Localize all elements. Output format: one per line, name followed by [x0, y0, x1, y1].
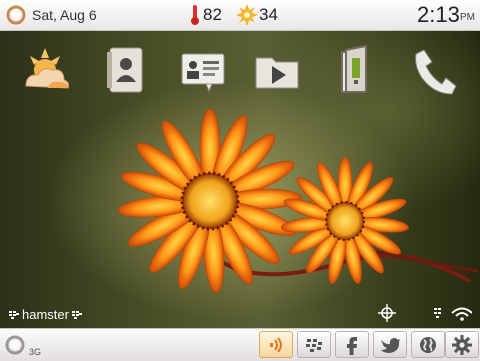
- carrier-indicator: hamster: [6, 307, 85, 322]
- carrier-logo-icon[interactable]: [5, 335, 25, 355]
- settings-gear-icon: [452, 335, 472, 355]
- media-folder-app-icon[interactable]: [250, 44, 304, 96]
- bb-dots-icon: [71, 311, 82, 320]
- clock-ampm: PM: [460, 12, 475, 23]
- notifications-icon: [270, 337, 282, 353]
- notifications-button[interactable]: [259, 331, 293, 358]
- status-date[interactable]: Sat, Aug 6: [32, 7, 97, 23]
- browser-button[interactable]: [411, 331, 445, 358]
- carrier-name: hamster: [22, 307, 69, 322]
- facebook-button[interactable]: [335, 331, 369, 358]
- twitter-button[interactable]: [373, 331, 407, 358]
- wifi-signal-icon: [434, 307, 472, 321]
- weather-app-icon[interactable]: [18, 44, 72, 96]
- twitter-icon: [381, 338, 400, 353]
- bbm-icon: [306, 339, 322, 352]
- gps-crosshair-icon: [378, 304, 396, 322]
- sun-icon: [236, 4, 258, 26]
- thermometer-icon: [191, 5, 199, 25]
- clock-time[interactable]: 2:13: [417, 2, 460, 28]
- settings-button[interactable]: [445, 331, 479, 358]
- top-status-bar: Sat, Aug 6 82 34 2:13 PM: [0, 0, 480, 31]
- network-type: 3G: [29, 347, 42, 357]
- bb-dots-icon: [9, 311, 19, 320]
- bbm-button[interactable]: [297, 331, 331, 358]
- bottom-tray-bar: 3G: [0, 328, 480, 361]
- temperature-value: 82: [203, 5, 222, 24]
- phone-app-icon[interactable]: [406, 44, 460, 96]
- contact-card-app-icon[interactable]: [176, 44, 230, 96]
- browser-globe-icon: [420, 337, 436, 353]
- contacts-app-icon[interactable]: [98, 44, 152, 96]
- facebook-icon: [347, 337, 357, 355]
- home-screen-wallpaper: hamster: [0, 31, 480, 328]
- app-world-app-icon[interactable]: [332, 44, 386, 96]
- weather-value: 34: [259, 5, 278, 24]
- carrier-logo-icon[interactable]: [6, 5, 26, 25]
